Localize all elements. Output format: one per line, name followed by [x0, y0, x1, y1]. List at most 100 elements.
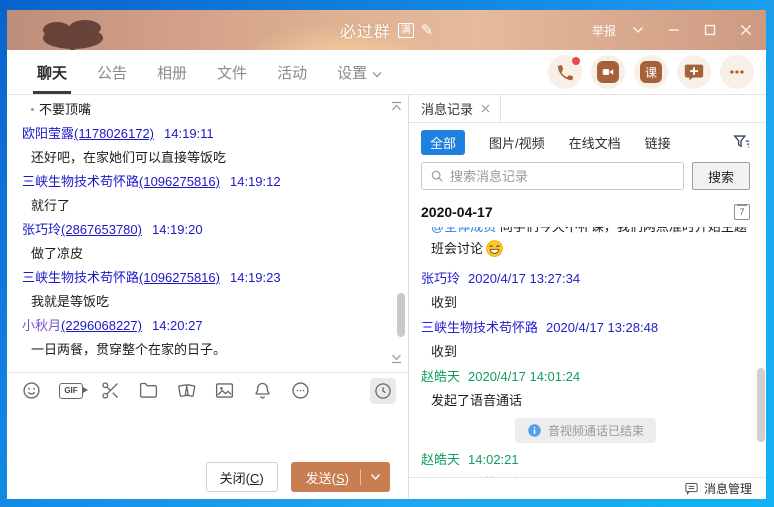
sender-name[interactable]: 三峡生物技术苟怀路: [22, 270, 139, 285]
chat-message-area[interactable]: 不要顶嘴 欧阳莹露(1178026172)14:19:11 还好吧，在家她们可以…: [7, 95, 408, 372]
tab-announcements[interactable]: 公告: [95, 50, 129, 94]
minimize-button[interactable]: [668, 24, 680, 36]
search-icon: [430, 169, 444, 183]
message-time: 14:19:20: [152, 222, 203, 237]
history-record-text: 发起了语音通话: [421, 389, 750, 413]
class-icon: 课: [640, 61, 662, 83]
history-message-text: 班会讨论: [421, 235, 750, 266]
notification-button[interactable]: [252, 380, 273, 401]
filter-all[interactable]: 全部: [421, 130, 465, 155]
scroll-to-top-icon[interactable]: [390, 100, 403, 115]
filter-links[interactable]: 链接: [645, 133, 671, 152]
tab-activities[interactable]: 活动: [275, 50, 309, 94]
clock-icon: [373, 381, 393, 401]
sender-name[interactable]: 小秋月: [22, 318, 61, 333]
filter-images-videos[interactable]: 图片/视频: [489, 133, 545, 152]
date-header: 2020-04-17 7: [421, 200, 750, 227]
send-options-caret[interactable]: [361, 473, 390, 481]
sender-qq-number[interactable]: (2867653780): [61, 222, 142, 237]
qq-group-chat-window: 必过群 满 ✎ 举报 聊天 公告 相册 文件 活动 设置: [7, 10, 766, 499]
more-circle-icon: [290, 380, 311, 401]
screenshot-button[interactable]: [100, 380, 121, 401]
tab-chat[interactable]: 聊天: [35, 50, 69, 94]
window-shake-button[interactable]: [176, 380, 197, 401]
filter-funnel-icon[interactable]: [733, 134, 750, 150]
send-image-button[interactable]: [214, 380, 235, 401]
sender-qq-number[interactable]: (1178026172): [74, 126, 154, 141]
tabbar: 聊天 公告 相册 文件 活动 设置 课: [7, 50, 766, 95]
shake-window-icon: [176, 380, 197, 401]
history-record-list[interactable]: 2020-04-17 7 @全体成员 同学们今天不补课，我们两点准时开始主题 班…: [409, 200, 766, 477]
more-tools-button[interactable]: [290, 380, 311, 401]
tab-close-icon[interactable]: [481, 101, 490, 116]
history-record-header: 赵皓天14:02:21: [421, 447, 750, 472]
chat-message-header: 张巧玲(2867653780) 14:19:20: [22, 218, 378, 242]
chat-scrollbar-thumb[interactable]: [397, 293, 405, 337]
info-icon: [527, 423, 542, 438]
message-time: 14:19:12: [230, 174, 281, 189]
send-file-button[interactable]: [138, 380, 159, 401]
history-record-text: 发起了屏幕分享: [421, 472, 750, 477]
video-camera-icon: [597, 61, 619, 83]
date-label: 2020-04-17: [421, 204, 493, 220]
message-time: 14:20:27: [152, 318, 203, 333]
titlebar: 必过群 满 ✎ 举报: [7, 10, 766, 50]
message-history-toggle[interactable]: [370, 378, 396, 404]
window-controls: 举报: [592, 10, 752, 50]
send-button[interactable]: 发送(S): [291, 462, 390, 492]
more-actions-button[interactable]: [720, 55, 754, 89]
group-title: 必过群: [340, 18, 391, 42]
group-full-badge: 满: [398, 23, 414, 38]
filter-online-docs[interactable]: 在线文档: [569, 133, 621, 152]
video-call-button[interactable]: [591, 55, 625, 89]
add-post-button[interactable]: [677, 55, 711, 89]
gif-icon: GIF: [59, 383, 83, 399]
message-management-button[interactable]: 消息管理: [409, 477, 766, 499]
chat-message-text: 还好吧，在家她们可以直接等饭吃: [22, 146, 378, 170]
system-notice-row: 音视频通话已结束: [421, 418, 750, 443]
input-toolbar: GIF: [7, 372, 408, 408]
sender-name[interactable]: 赵皓天: [421, 369, 460, 384]
close-chat-button[interactable]: 关闭(C): [206, 462, 278, 492]
search-button[interactable]: 搜索: [692, 162, 750, 190]
edit-pencil-icon[interactable]: ✎: [421, 21, 434, 39]
gif-hot-image-button[interactable]: GIF: [59, 383, 83, 399]
chat-message-header: 三峡生物技术苟怀路(1096275816) 14:19:23: [22, 266, 378, 290]
emoji-button[interactable]: [21, 380, 42, 401]
tab-album[interactable]: 相册: [155, 50, 189, 94]
bell-icon: [252, 380, 273, 401]
class-button[interactable]: 课: [634, 55, 668, 89]
history-record-text: 收到: [421, 291, 750, 315]
scissors-icon: [100, 380, 121, 401]
sender-qq-number[interactable]: (1096275816): [139, 270, 220, 285]
phone-icon: [555, 62, 575, 82]
sender-qq-number[interactable]: (1096275816): [139, 174, 220, 189]
tab-message-history[interactable]: 消息记录: [409, 95, 501, 122]
sender-name[interactable]: 三峡生物技术苟怀路: [22, 174, 139, 189]
report-button[interactable]: 举报: [592, 22, 616, 39]
chat-panel: 不要顶嘴 欧阳莹露(1178026172)14:19:11 还好吧，在家她们可以…: [7, 95, 408, 499]
sender-name[interactable]: 张巧玲: [22, 222, 61, 237]
maximize-button[interactable]: [704, 24, 716, 36]
sender-qq-number[interactable]: (2296068227): [61, 318, 142, 333]
message-time: 14:19:23: [230, 270, 281, 285]
history-record-header: 张巧玲2020/4/17 13:27:34: [421, 266, 750, 291]
scroll-to-bottom-icon[interactable]: [390, 352, 403, 367]
sender-name[interactable]: 张巧玲: [421, 271, 460, 286]
grinning-emoji: [485, 246, 504, 261]
chevron-down-icon[interactable]: [632, 26, 644, 34]
close-button[interactable]: [740, 24, 752, 36]
sender-name[interactable]: 赵皓天: [421, 452, 460, 467]
message-time: 14:19:11: [164, 126, 214, 141]
history-scrollbar-thumb[interactable]: [757, 368, 765, 442]
sender-name[interactable]: 三峡生物技术苟怀路: [421, 320, 538, 335]
history-search-row: 搜索: [409, 161, 766, 200]
send-button-row: 关闭(C) 发送(S): [7, 455, 408, 499]
search-input[interactable]: [450, 169, 675, 184]
calendar-icon[interactable]: 7: [734, 204, 750, 220]
tab-settings[interactable]: 设置: [335, 50, 384, 94]
tab-files[interactable]: 文件: [215, 50, 249, 94]
message-input[interactable]: [7, 408, 408, 455]
voice-call-button[interactable]: [548, 55, 582, 89]
sender-name[interactable]: 欧阳莹露: [22, 126, 74, 141]
